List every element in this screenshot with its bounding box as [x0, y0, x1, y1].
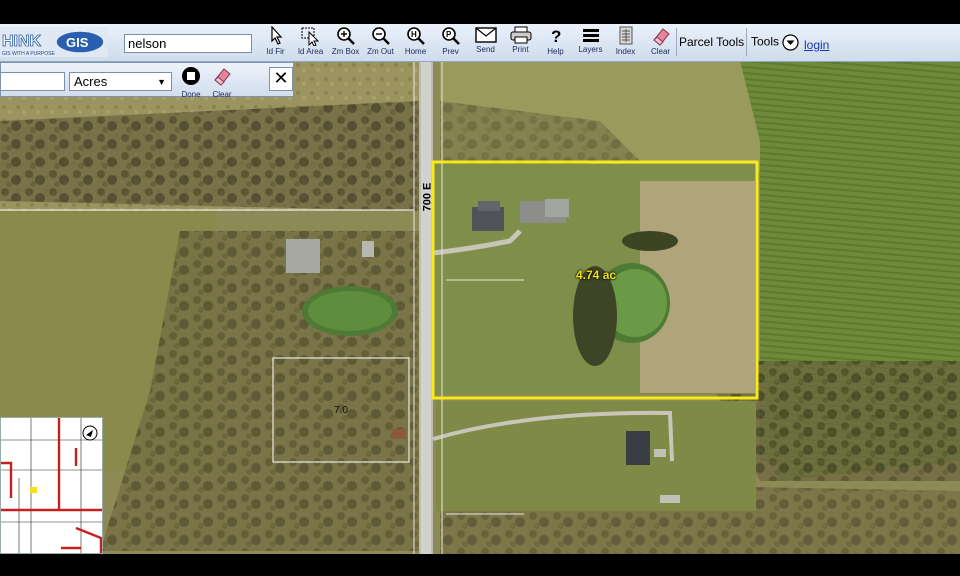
login-link[interactable]: login — [804, 38, 829, 52]
measure-clear-button[interactable]: Clear — [207, 66, 237, 99]
search-input[interactable] — [124, 34, 252, 53]
chevron-down-icon: ▼ — [157, 77, 166, 87]
parcel-acreage-label: 4.74 ac — [576, 268, 617, 282]
tools-label: Tools — [751, 34, 780, 49]
question-icon: ? — [551, 27, 561, 46]
previous-view-button[interactable]: P Prev — [434, 26, 467, 58]
zoom-in-icon — [336, 27, 355, 45]
map-canvas[interactable]: 700 E 4.74 ac 7.0 — [0, 61, 960, 554]
zoom-out-icon — [371, 27, 390, 45]
measure-panel: Acres ▼ Done Clear ✕ — [0, 62, 294, 99]
layers-button[interactable]: Layers — [574, 26, 607, 58]
zoom-out-button[interactable]: Zm Out — [364, 26, 397, 58]
eraser-icon — [652, 28, 670, 46]
stop-icon — [182, 67, 200, 85]
toolbar-separator — [746, 28, 747, 56]
identify-area-button[interactable]: Id Area — [294, 26, 327, 58]
eraser-icon — [214, 68, 231, 86]
done-button[interactable]: Done — [176, 66, 206, 99]
index-icon — [619, 26, 632, 45]
gis-app: 700 E 4.74 ac 7.0 HINK GIS GIS WITH A PU… — [0, 0, 960, 576]
home-icon: H — [406, 27, 425, 45]
tools-menu[interactable]: Tools — [751, 34, 799, 51]
svg-text:GIS WITH A PURPOSE: GIS WITH A PURPOSE — [2, 51, 55, 57]
layers-icon — [582, 29, 599, 42]
home-button[interactable]: H Home — [399, 26, 432, 58]
close-panel-button[interactable]: ✕ — [269, 67, 293, 91]
svg-text:P: P — [446, 30, 452, 39]
svg-text:GIS: GIS — [66, 35, 89, 50]
envelope-icon — [474, 27, 497, 43]
svg-text:H: H — [411, 30, 417, 39]
overview-map[interactable] — [0, 417, 103, 554]
thinkgis-logo: HINK GIS GIS WITH A PURPOSE — [0, 27, 108, 57]
dropdown-circle-icon — [782, 34, 799, 51]
pointer-icon — [270, 26, 282, 45]
svg-text:HINK: HINK — [2, 33, 42, 50]
top-black-bar — [0, 0, 960, 24]
index-button[interactable]: Index — [609, 26, 642, 58]
unit-select-value: Acres — [74, 74, 108, 89]
print-button[interactable]: Print — [504, 26, 537, 58]
measure-value-input[interactable] — [1, 72, 65, 91]
send-button[interactable]: Send — [469, 26, 502, 58]
svg-text:?: ? — [551, 27, 561, 46]
help-button[interactable]: ? Help — [539, 26, 572, 58]
printer-icon — [510, 26, 531, 44]
adjacent-parcel-label: 7.0 — [334, 405, 348, 416]
previous-view-icon: P — [441, 27, 460, 45]
bottom-black-bar — [0, 554, 960, 576]
road-label: 700 E — [421, 182, 434, 212]
identify-feature-button[interactable]: Id Fir — [259, 26, 292, 58]
overview-map-graphic — [1, 418, 102, 553]
close-icon: ✕ — [273, 68, 289, 88]
toolbar-separator — [676, 28, 677, 56]
parcel-tools-menu[interactable]: Parcel Tools — [679, 35, 744, 49]
zoom-box-button[interactable]: Zm Box — [329, 26, 362, 58]
unit-select[interactable]: Acres ▼ — [69, 72, 172, 91]
clear-button[interactable]: Clear — [644, 26, 677, 58]
area-pointer-icon — [301, 27, 319, 46]
aerial-imagery — [0, 61, 960, 554]
